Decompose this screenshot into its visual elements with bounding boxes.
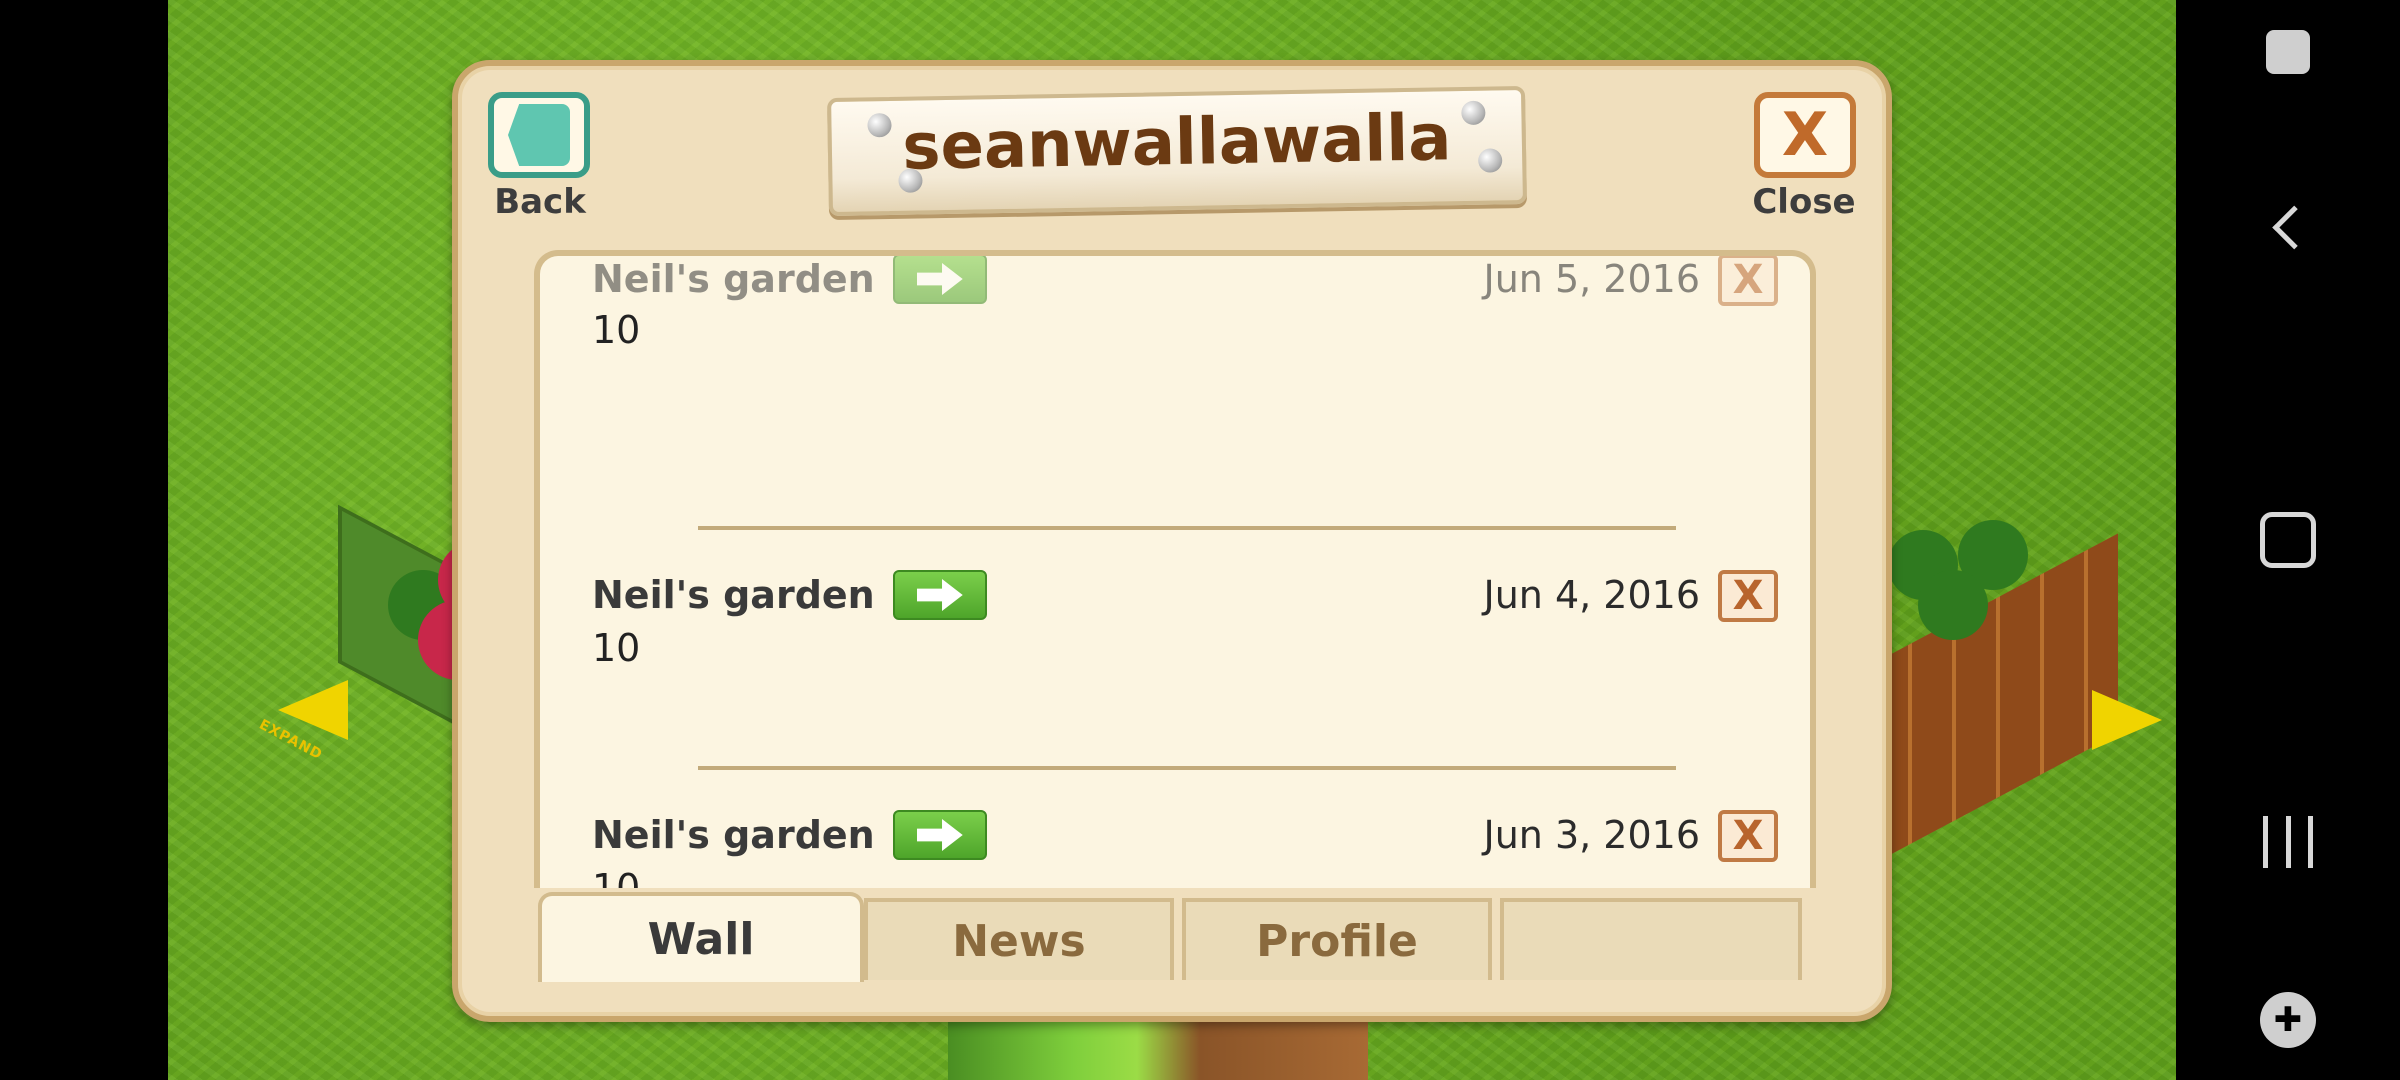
wall-post: Neil's garden Jun 5, 2016 X (540, 256, 1810, 492)
post-body: 10 (592, 626, 641, 670)
delete-post-button[interactable]: X (1718, 810, 1778, 862)
tab-profile[interactable]: Profile (1182, 898, 1492, 980)
profile-dialog: Back seanwallawalla X Close Neil's garde… (452, 60, 1892, 1022)
post-header: Neil's garden (592, 568, 987, 622)
right-arrow-icon (916, 579, 963, 611)
visit-button[interactable] (892, 810, 987, 860)
tab-bar: Wall News Profile (534, 892, 1816, 982)
close-label: Close (1752, 182, 1856, 222)
tab-news[interactable]: News (864, 898, 1174, 980)
tree (1918, 570, 1988, 640)
delete-x-icon: X (1732, 813, 1764, 859)
post-author: Neil's garden (592, 813, 875, 857)
post-date: Jun 4, 2016 (1483, 573, 1701, 617)
wall-feed[interactable]: Neil's garden Jun 5, 2016 X 10 Neil's ga… (534, 250, 1816, 888)
visit-button[interactable] (892, 256, 987, 304)
back-triangle-icon (508, 104, 570, 166)
system-navigation-bar: ✚ (2176, 0, 2400, 1080)
title-plank: seanwallawalla (827, 85, 1527, 217)
back-button[interactable] (488, 92, 590, 178)
game-tools-icon[interactable]: ✚ (2260, 992, 2316, 1048)
post-divider (698, 526, 1676, 530)
nav-recents-icon[interactable] (2263, 816, 2313, 868)
dialog-title: seanwallawalla (901, 101, 1452, 185)
post-author: Neil's garden (592, 257, 875, 301)
tab-empty[interactable] (1500, 898, 1802, 980)
wall-post: Neil's garden Jun 3, 2016 X 10 (540, 808, 1810, 888)
right-arrow-icon (916, 819, 963, 851)
touch-lock-icon[interactable] (2266, 30, 2310, 74)
back-label: Back (494, 182, 586, 222)
wall-post: Neil's garden Jun 4, 2016 X 10 (540, 568, 1810, 808)
delete-x-icon: X (1732, 257, 1764, 303)
close-x-icon: X (1781, 100, 1829, 170)
right-arrow-icon (916, 263, 963, 295)
post-header: Neil's garden (592, 256, 987, 306)
delete-post-button[interactable]: X (1718, 570, 1778, 622)
delete-x-icon: X (1732, 573, 1764, 619)
tab-wall[interactable]: Wall (538, 892, 864, 982)
nav-home-icon[interactable] (2260, 512, 2316, 568)
close-button[interactable]: X (1754, 92, 1856, 178)
post-date: Jun 5, 2016 (1483, 257, 1701, 301)
visit-button[interactable] (892, 570, 987, 620)
post-date: Jun 3, 2016 (1483, 813, 1701, 857)
post-divider (698, 766, 1676, 770)
post-body: 10 (592, 866, 641, 888)
nav-back-icon[interactable] (2272, 205, 2317, 250)
post-body: 10 (592, 308, 641, 352)
expand-right-arrow[interactable] (2092, 690, 2162, 750)
post-header: Neil's garden (592, 808, 987, 862)
farm-bottom-crops (948, 1018, 1368, 1080)
post-author: Neil's garden (592, 573, 875, 617)
delete-post-button[interactable]: X (1718, 256, 1778, 306)
